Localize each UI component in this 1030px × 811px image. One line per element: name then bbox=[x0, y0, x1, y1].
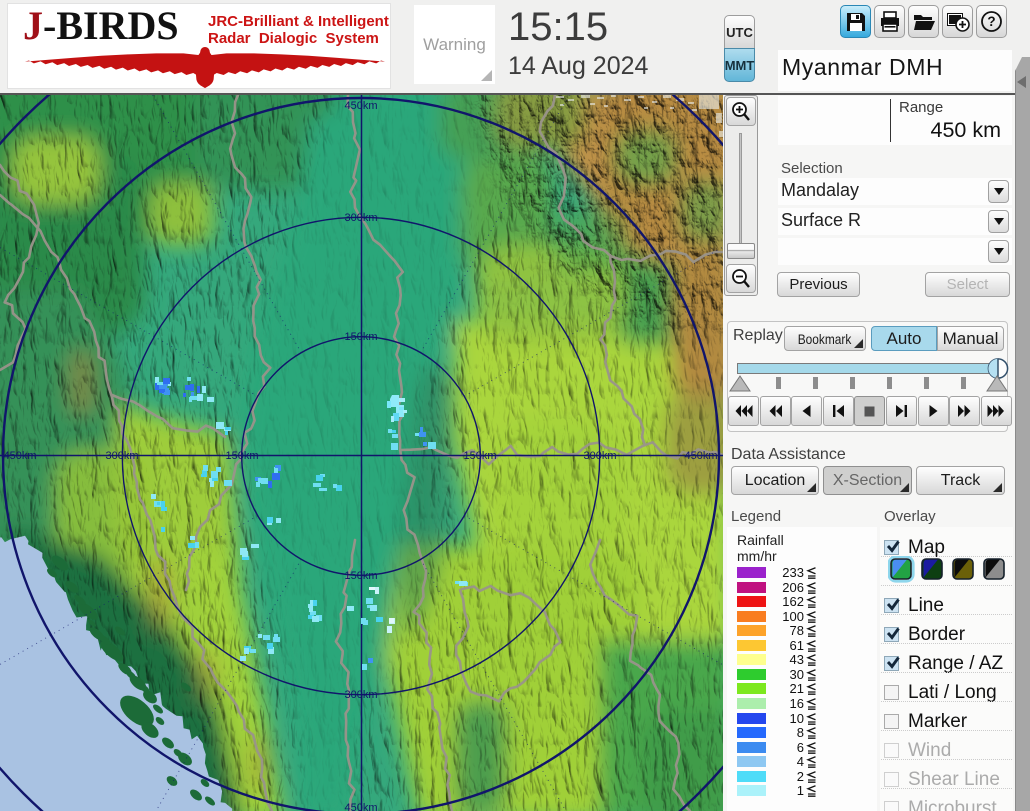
svg-text:300km: 300km bbox=[105, 450, 138, 462]
svg-text:150km: 150km bbox=[344, 331, 377, 343]
svg-text:300km: 300km bbox=[344, 212, 377, 224]
svg-text:?: ? bbox=[987, 14, 995, 29]
svg-text:450km: 450km bbox=[3, 450, 36, 462]
svg-text:450km: 450km bbox=[684, 450, 717, 462]
svg-text:150km: 150km bbox=[225, 450, 258, 462]
svg-text:450km: 450km bbox=[344, 802, 377, 811]
svg-text:150km: 150km bbox=[344, 570, 377, 582]
svg-text:450km: 450km bbox=[344, 100, 377, 112]
svg-text:300km: 300km bbox=[583, 450, 616, 462]
svg-text:300km: 300km bbox=[344, 689, 377, 701]
svg-text:150km: 150km bbox=[463, 450, 496, 462]
